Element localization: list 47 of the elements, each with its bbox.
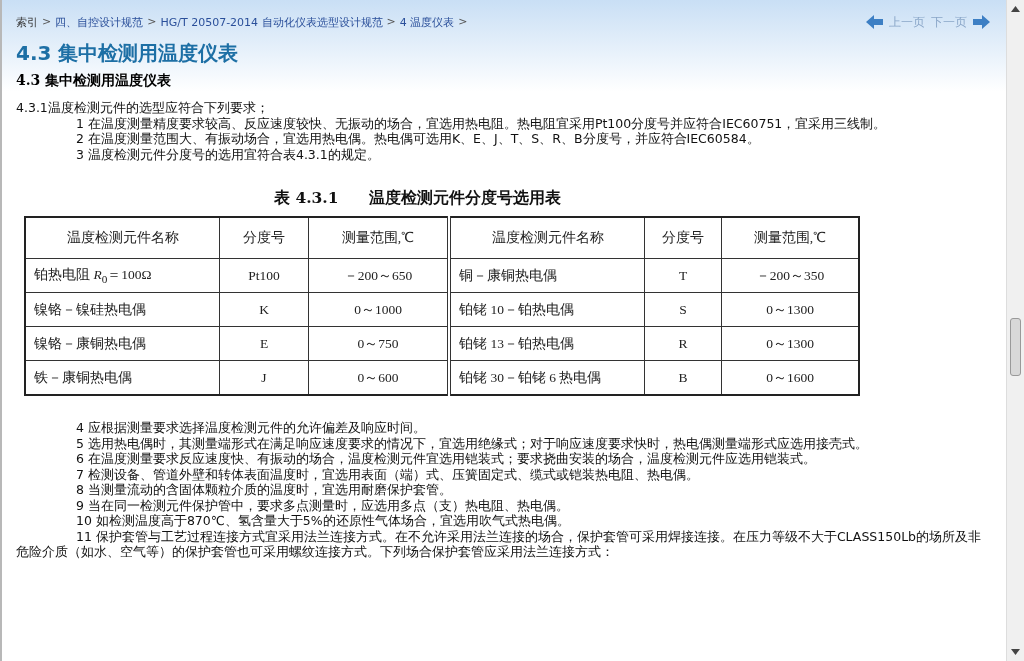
breadcrumb-separator: > [386, 14, 396, 30]
paragraph: 3 温度检测元件分度号的选用宜符合表4.3.1的规定。 [75, 146, 381, 162]
paragraph: 2 在温度测量范围大、有振动场合，宜选用热电偶。热电偶可选用K、E、J、T、S、R、B分度号，并应符合IEC60584。 [75, 131, 761, 147]
table-cell: Pt100 [219, 258, 309, 293]
table-cell: 铜－康铜热电偶 [449, 258, 645, 293]
table-cell: 铂铑 13－铂热电偶 [449, 326, 645, 361]
right-arrow-icon[interactable] [973, 15, 990, 29]
table-cell: T [644, 258, 722, 293]
paragraph: 4.3.1温度检测元件的选型应符合下列要求； [16, 100, 270, 116]
breadcrumb-separator: > [458, 14, 468, 30]
breadcrumb-link[interactable]: 4 温度仪表 [399, 14, 455, 30]
table-cell: 镍铬－镍硅热电偶 [25, 292, 220, 327]
table-cell: 铂热电阻 R$_{0}$＝100Ω [25, 258, 220, 293]
breadcrumb-link[interactable]: 四、自控设计规范 [55, 14, 144, 30]
table-cell: R [644, 326, 722, 361]
paragraph: 5 选用热电偶时，其测量端形式在满足响应速度要求的情况下，宜选用绝缘式；对于响应速度要求快时，热电偶测量端形式应选用接壳式。 [75, 435, 869, 451]
table-cell: K [219, 292, 309, 327]
section-heading: 4.3 集中检测用温度仪表 [16, 72, 173, 90]
paragraph: 6 在温度测量要求反应速度快、有振动的场合，温度检测元件宜选用铠装式；要求挠曲安装的场合，温度检测元件应选用铠装式。 [75, 451, 817, 467]
table-cell: E [219, 326, 309, 361]
paragraph: 11 保护套管与工艺过程连接方式宜采用法兰连接方式。在不允许采用法兰连接的场合，保护套管可采用焊接连接。在压力等级不大于CLASS150Lb的场所及非危险介质（如水、空气等）的保护套管也可采用螺纹连接方式。下列场合保护套管应采用法兰连接方式： [16, 528, 983, 560]
table-cell: 铂铑 10－铂热电偶 [449, 292, 645, 327]
breadcrumb-link[interactable]: 索引 [16, 14, 38, 30]
scrollbar[interactable] [1006, 0, 1024, 661]
breadcrumb-separator: > [147, 14, 157, 30]
column-header: 分度号 [219, 217, 309, 259]
table-cell: S [644, 292, 722, 327]
column-header: 分度号 [644, 217, 722, 259]
table-number: 表 4.3.1 [274, 188, 339, 209]
column-header: 温度检测元件名称 [449, 217, 645, 259]
paragraph: 10 如检测温度高于870℃、氢含量大于5%的还原性气体场合，宜选用吹气式热电偶。 [75, 513, 571, 529]
paragraph: 8 当测量流动的含固体颗粒介质的温度时，宜选用耐磨保护套管。 [75, 482, 453, 498]
table-cell: 镍铬－康铜热电偶 [25, 326, 220, 361]
table-caption: 温度检测元件分度号选用表 [368, 188, 561, 209]
table-cell: 铂铑 30－铂铑 6 热电偶 [449, 360, 645, 395]
breadcrumb-link[interactable]: HG/T 20507-2014 自动化仪表选型设计规范 [160, 14, 383, 30]
left-arrow-icon[interactable] [866, 15, 883, 29]
scroll-up-icon[interactable] [1011, 6, 1020, 12]
scroll-down-icon[interactable] [1011, 649, 1020, 655]
paragraph: 7 检测设备、管道外壁和转体表面温度时，宜选用表面（端）式、压簧固定式、缆式或铠装热电阻、热电偶。 [75, 466, 700, 482]
page-title: 4.3 集中检测用温度仪表 [16, 40, 240, 67]
paragraph: 4 应根据测量要求选择温度检测元件的允许偏差及响应时间。 [75, 420, 427, 436]
paragraph: 1 在温度测量精度要求较高、反应速度较快、无振动的场合，宜选用热电阻。热电阻宜采用Pt100分度号并应符合IEC60751，宜采用三线制。 [75, 115, 888, 131]
breadcrumb-separator: > [42, 14, 52, 30]
scroll-thumb[interactable] [1010, 318, 1021, 376]
column-header: 温度检测元件名称 [25, 217, 220, 259]
paragraph: 9 当在同一检测元件保护管中，要求多点测量时，应选用多点（支）热电阻、热电偶。 [75, 497, 570, 513]
